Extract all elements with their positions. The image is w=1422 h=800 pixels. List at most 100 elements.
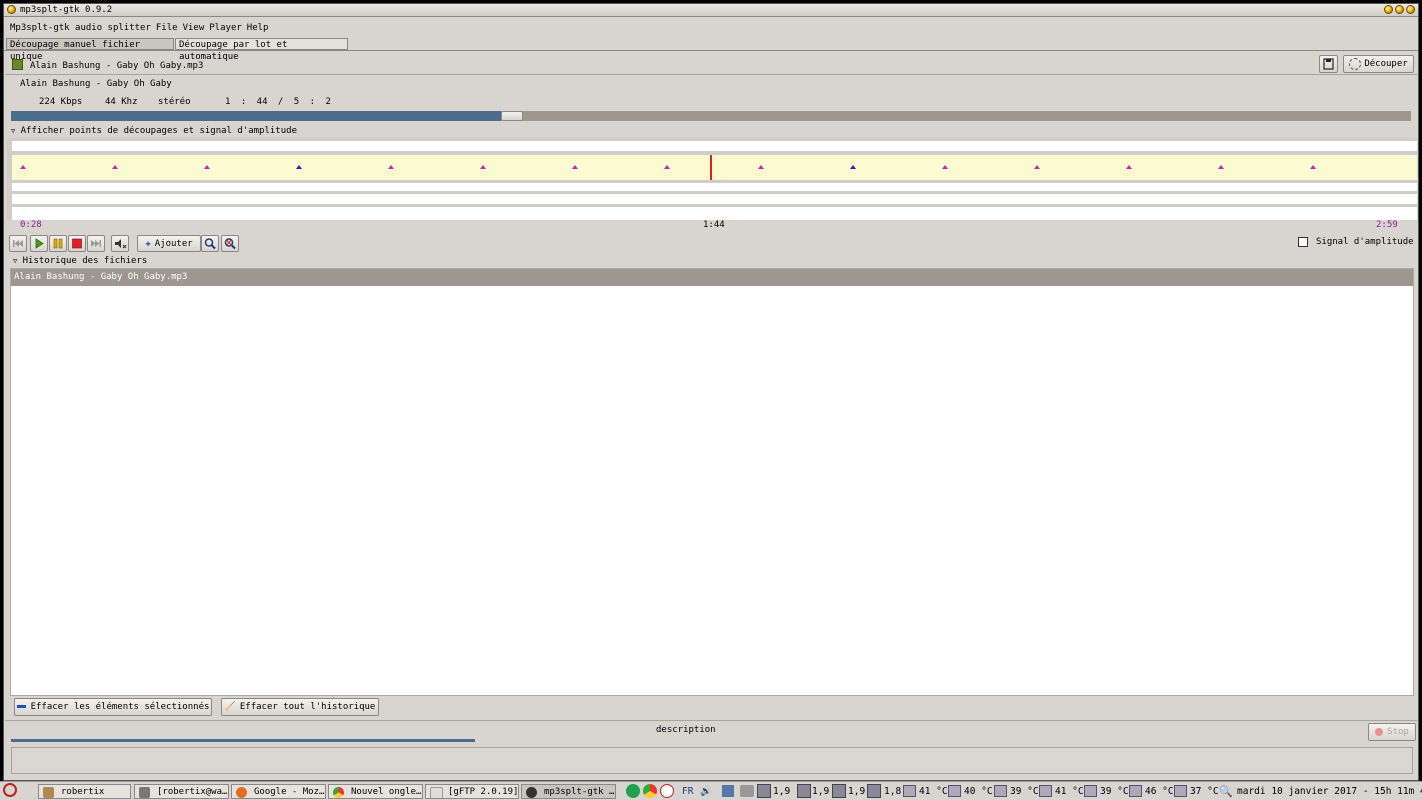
progress-slider[interactable] (11, 111, 1411, 121)
playback-cursor (710, 155, 712, 180)
timeline-lane-top (12, 141, 1417, 151)
splitpoint-marker[interactable] (1126, 165, 1132, 169)
history-expander[interactable]: ▽ Historique des fichiers (13, 256, 147, 266)
taskbar: robertix [robertix@wa… Google - Moz… Nou… (0, 781, 1422, 800)
pause-button[interactable] (49, 235, 67, 252)
splitpoint-marker[interactable] (1310, 165, 1316, 169)
task-mp3splt[interactable]: mp3splt-gtk … (521, 784, 616, 799)
maximize-button[interactable] (1395, 5, 1404, 14)
printer-icon[interactable] (740, 785, 754, 797)
splitpoint-marker[interactable] (20, 165, 26, 169)
menu-view[interactable]: View (183, 23, 205, 33)
next-icon (91, 240, 101, 247)
splitpoint-marker[interactable] (112, 165, 118, 169)
temp-2: 40 °C (964, 786, 993, 797)
cpu-monitor-icon-2 (797, 784, 811, 798)
mp3splt-icon (526, 787, 537, 798)
menu-bar: Mp3splt-gtk audio splitter File View Player… (10, 23, 273, 33)
splitpoint-marker[interactable] (480, 165, 486, 169)
temp-sensor-icon-6 (1129, 785, 1142, 797)
clear-selected-button[interactable]: Effacer les éléments sélectionnés (14, 698, 212, 716)
status-description: description (656, 725, 716, 735)
amplitude-expander[interactable]: ▽ Afficher points de découpages et signa… (11, 126, 297, 136)
temp-sensor-icon-3 (994, 785, 1007, 797)
temp-sensor-icon-4 (1039, 785, 1052, 797)
tab-manual-split[interactable]: Découpage manuel fichier unique (6, 38, 174, 62)
cpu-load-1: 1,9 (773, 786, 791, 797)
split-button-label: Découper (1364, 59, 1408, 69)
splitpoint-marker[interactable] (572, 165, 578, 169)
menu-app[interactable]: Mp3splt-gtk audio splitter (10, 23, 151, 33)
tab-batch-split[interactable]: Découpage par lot et automatique (175, 38, 348, 62)
network-icon[interactable] (722, 785, 734, 797)
close-button[interactable] (1406, 5, 1415, 14)
splitpoints-lane[interactable] (12, 155, 1417, 180)
cpu-load-2: 1,9 (812, 786, 830, 797)
expander-arrow-icon: ▽ (11, 127, 16, 135)
split-icon (1349, 57, 1362, 70)
clock[interactable]: mardi 10 janvier 2017 - 15h 11m 40s (1237, 783, 1422, 800)
splitpoint-marker[interactable] (388, 165, 394, 169)
splitpoint-marker[interactable] (758, 165, 764, 169)
mute-button[interactable] (111, 235, 129, 252)
clear-all-label: Effacer tout l'historique (239, 702, 376, 712)
split-button[interactable]: Découper (1343, 55, 1414, 73)
progress-fill (11, 111, 501, 121)
splitpoint-marker[interactable] (850, 165, 856, 169)
play-button[interactable] (30, 235, 48, 252)
stop-player-button[interactable] (68, 235, 86, 252)
task-chrome[interactable]: Nouvel ongle… (328, 784, 423, 799)
history-row[interactable]: Alain Bashung - Gaby Oh Gaby.mp3 (11, 269, 1413, 286)
splitpoint-marker[interactable] (296, 165, 302, 169)
gftp-icon (430, 787, 443, 798)
amplitude-section-title: Afficher points de découpages et signal … (20, 126, 297, 136)
minimize-button[interactable] (1384, 5, 1393, 14)
splitpoints-panel[interactable] (7, 138, 1417, 220)
temp-7: 37 °C (1190, 786, 1219, 797)
timeline-lane-3 (12, 194, 1417, 204)
history-arrow-icon: ▽ (13, 257, 18, 265)
amplitude-checkbox[interactable] (1298, 237, 1308, 247)
zoom-button[interactable] (201, 235, 219, 252)
previous-icon (13, 240, 23, 247)
zoom-remove-button[interactable] (221, 235, 239, 252)
file-name: Alain Bashung - Gaby Oh Gaby.mp3 (30, 61, 204, 71)
clear-selected-label: Effacer les éléments sélectionnés (30, 702, 210, 712)
volume-icon[interactable]: 🔊 (700, 783, 712, 800)
pause-icon (53, 238, 63, 249)
window-menu-icon[interactable] (7, 5, 16, 14)
window-title: mp3splt-gtk 0.9.2 (20, 5, 113, 15)
magnifier-icon (204, 238, 216, 250)
tray-alarm-icon[interactable] (660, 784, 674, 798)
start-menu-icon[interactable] (3, 783, 17, 797)
menu-help[interactable]: Help (247, 23, 269, 33)
previous-button[interactable] (9, 235, 27, 252)
menu-file[interactable]: File (156, 23, 178, 33)
timeline-start: 0:28 (20, 220, 42, 230)
tray-chrome-icon[interactable] (643, 784, 657, 798)
cpu-load-4: 1,8 (884, 786, 902, 797)
clock-search-icon[interactable]: 🔍 (1219, 783, 1233, 800)
task-terminal[interactable]: [robertix@wa… (134, 784, 229, 799)
add-splitpoint-button[interactable]: ✚ Ajouter (137, 235, 201, 252)
splitpoint-marker[interactable] (664, 165, 670, 169)
clear-all-button[interactable]: 🧹 Effacer tout l'historique (221, 698, 379, 716)
stop-button[interactable]: Stop (1368, 723, 1416, 741)
splitpoint-marker[interactable] (204, 165, 210, 169)
keyboard-layout[interactable]: FR (682, 783, 693, 800)
header-separator (5, 74, 1417, 75)
splitpoint-marker[interactable] (942, 165, 948, 169)
save-button[interactable] (1319, 55, 1338, 73)
next-button[interactable] (87, 235, 105, 252)
splitpoint-marker[interactable] (1218, 165, 1224, 169)
menu-player[interactable]: Player (209, 23, 242, 33)
task-robertix[interactable]: robertix (38, 784, 131, 799)
splitpoint-marker[interactable] (1034, 165, 1040, 169)
tray-status-icon[interactable] (626, 784, 640, 798)
history-list[interactable]: Alain Bashung - Gaby Oh Gaby.mp3 (10, 268, 1414, 696)
task-firefox[interactable]: Google - Moz… (231, 784, 326, 799)
speaker-mute-icon (115, 239, 127, 249)
song-title: Alain Bashung - Gaby Oh Gaby (20, 79, 172, 89)
progress-handle[interactable] (501, 111, 523, 121)
task-gftp[interactable]: [gFTP 2.0.19] (425, 784, 519, 799)
